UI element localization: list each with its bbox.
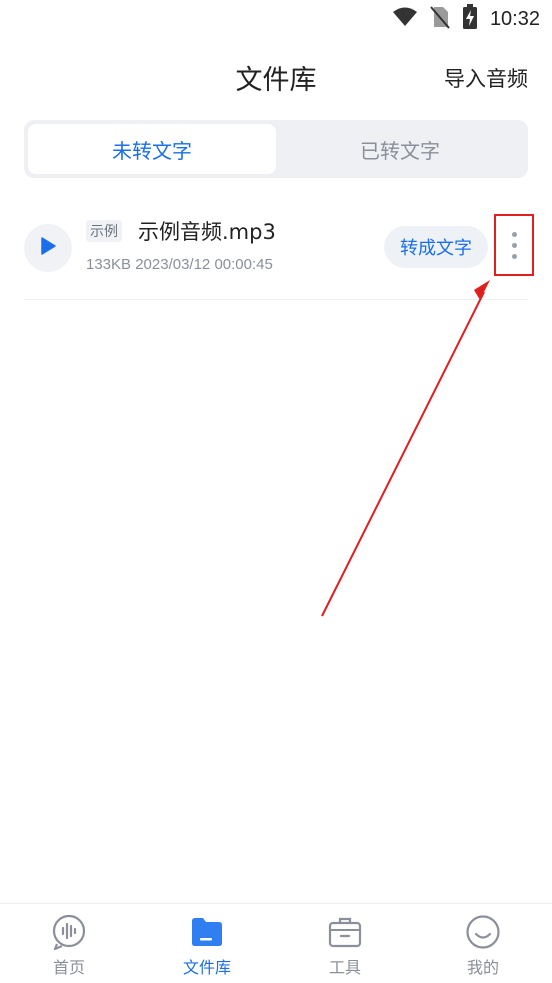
header: 文件库 导入音频: [0, 50, 552, 100]
nav-label-home: 首页: [52, 958, 85, 977]
import-audio-button[interactable]: 导入音频: [444, 63, 528, 93]
nav-label-tools: 工具: [328, 958, 361, 977]
battery-charging-icon: [462, 4, 478, 34]
more-options-button[interactable]: [494, 214, 534, 276]
tab-converted[interactable]: 已转文字: [276, 124, 524, 174]
convert-to-text-button[interactable]: 转成文字: [384, 226, 488, 268]
voice-wave-icon: [51, 914, 87, 950]
nav-item-tools[interactable]: 工具: [276, 904, 414, 983]
folder-icon: [189, 914, 225, 950]
bottom-navigation: 首页 文件库 工具 我的: [0, 903, 552, 983]
file-library-screen: 10:32 文件库 导入音频 未转文字 已转文字 示例 示例音频.mp3 133…: [0, 0, 552, 983]
nav-label-me: 我的: [466, 958, 499, 977]
play-icon: [40, 237, 56, 259]
tab-not-converted[interactable]: 未转文字: [28, 124, 276, 174]
status-icons: 10:32: [392, 4, 540, 34]
toolbox-icon: [327, 914, 363, 950]
conversion-status-tabs: 未转文字 已转文字: [24, 120, 528, 178]
file-list-item[interactable]: 示例 示例音频.mp3 133KB 2023/03/12 00:00:45 转成…: [24, 208, 534, 300]
no-sim-icon: [430, 5, 450, 33]
nav-item-home[interactable]: 首页: [0, 904, 138, 983]
wifi-icon: [392, 7, 418, 31]
nav-item-library[interactable]: 文件库: [138, 904, 276, 983]
nav-label-library: 文件库: [182, 958, 231, 977]
file-meta: 133KB 2023/03/12 00:00:45: [86, 256, 273, 273]
more-vertical-icon: [511, 231, 517, 237]
status-time: 10:32: [489, 7, 540, 30]
play-button[interactable]: [24, 224, 72, 272]
smile-face-icon: [465, 914, 501, 950]
sample-badge: 示例: [86, 220, 122, 242]
file-name: 示例音频.mp3: [138, 220, 276, 244]
status-bar: 10:32: [0, 0, 552, 38]
nav-item-me[interactable]: 我的: [414, 904, 552, 983]
